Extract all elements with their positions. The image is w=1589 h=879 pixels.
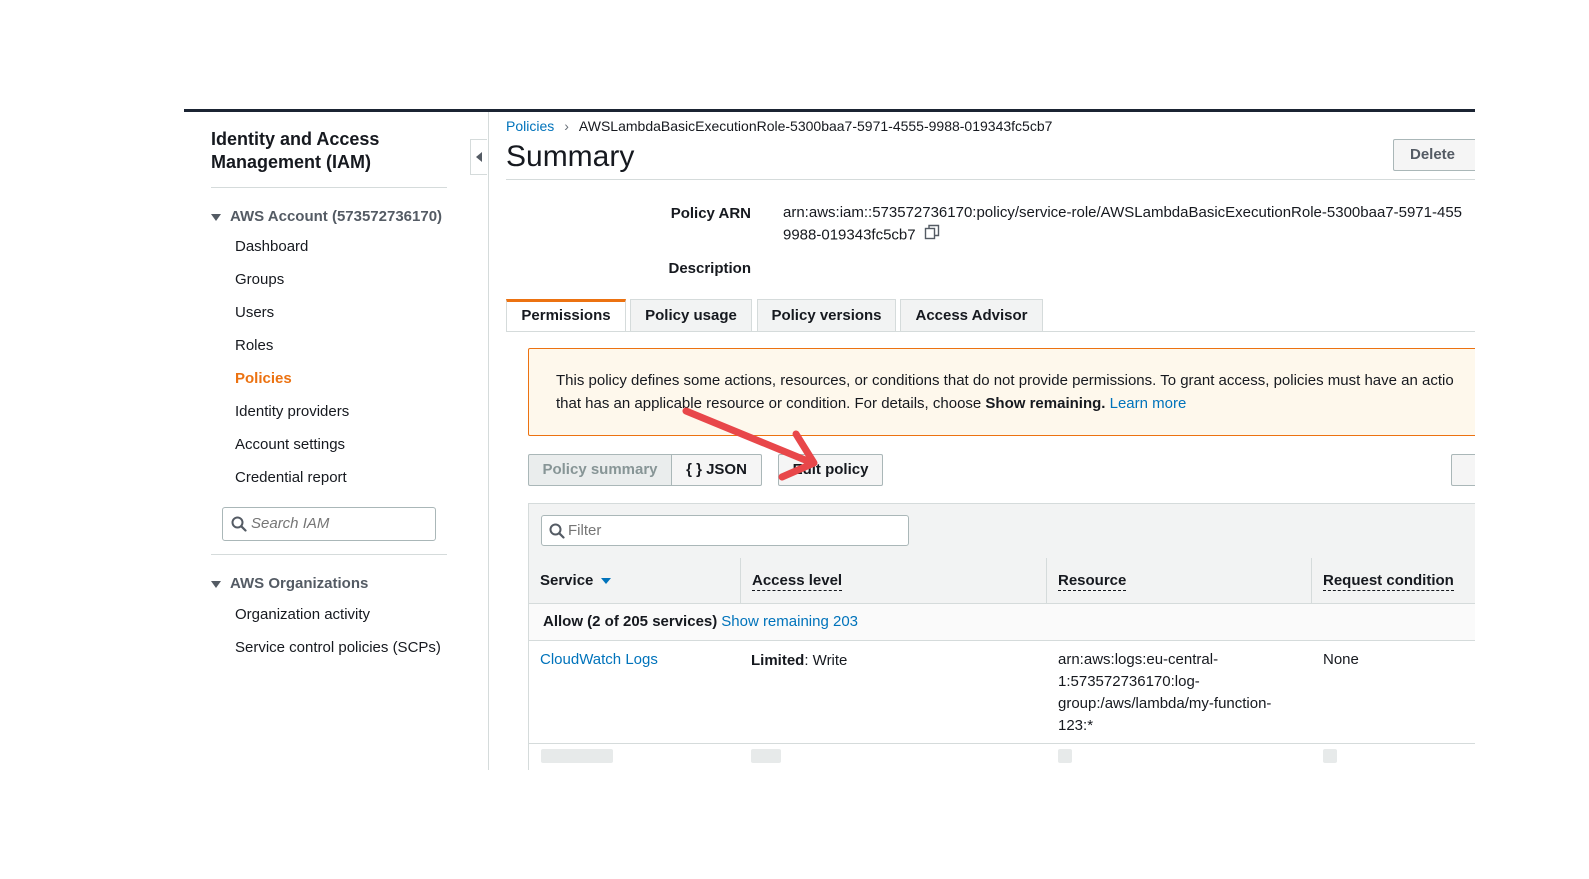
caret-down-icon [211, 213, 221, 221]
description-label: Description [668, 260, 751, 277]
warning-alert: This policy defines some actions, resour… [528, 348, 1475, 436]
filter-box [541, 515, 909, 546]
sidebar-item-organization-activity[interactable]: Organization activity [235, 606, 370, 623]
request-condition-cell: None [1323, 651, 1359, 668]
table-row [541, 749, 613, 763]
delete-button[interactable]: Delete [1393, 139, 1475, 171]
column-header-request-condition-label: Request condition [1323, 572, 1454, 591]
sidebar-item-scps[interactable]: Service control policies (SCPs) [235, 639, 441, 656]
sidebar-divider [211, 187, 447, 188]
table-row [751, 749, 781, 763]
organizations-group-toggle[interactable]: AWS Organizations [211, 575, 368, 592]
column-header-service-label: Service [540, 572, 594, 589]
policy-arn-line1: arn:aws:iam::573572736170:policy/service… [783, 204, 1463, 221]
sidebar-title: Identity and Access Management (IAM) [211, 129, 380, 172]
service-link[interactable]: CloudWatch Logs [540, 649, 658, 671]
show-remaining-link[interactable]: Show remaining 203 [721, 613, 858, 630]
resource-cell: arn:aws:logs:eu-central- 1:573572736170:… [1058, 649, 1271, 737]
toolbar-button[interactable] [1451, 454, 1475, 486]
breadcrumb: Policies › AWSLambdaBasicExecutionRole-530… [506, 118, 1052, 134]
alert-line1: This policy defines some actions, resour… [556, 372, 1454, 389]
policy-arn-value: arn:aws:iam::573572736170:policy/service… [783, 202, 1475, 247]
tab-policy-usage[interactable]: Policy usage [630, 299, 752, 331]
policy-summary-button[interactable]: Policy summary [528, 454, 672, 486]
sidebar-item-users[interactable]: Users [235, 304, 274, 321]
sidebar: Identity and Access Management (IAM) AWS… [184, 112, 489, 770]
policy-arn-line2: 9988-019343fc5cb7 [783, 226, 916, 244]
breadcrumb-policies-link[interactable]: Policies [506, 118, 554, 134]
alert-text: This policy defines some actions, resour… [556, 369, 1475, 415]
tab-permissions[interactable]: Permissions [506, 299, 626, 332]
column-header-access-level[interactable]: Access level [741, 558, 1047, 603]
iam-console: Identity and Access Management (IAM) AWS… [184, 112, 1475, 770]
search-icon [549, 523, 565, 544]
search-iam-input[interactable] [251, 508, 429, 538]
table-header: Service Access level Resource Request co… [529, 558, 1475, 604]
organizations-group-label: AWS Organizations [230, 575, 369, 592]
alert-line2-text: that has an applicable resource or condi… [556, 395, 986, 412]
tab-policy-versions[interactable]: Policy versions [757, 299, 896, 331]
account-group-label: AWS Account (573572736170) [230, 208, 443, 225]
access-level-cell: Limited: Write [751, 650, 847, 672]
column-header-request-condition[interactable]: Request condition [1312, 558, 1475, 603]
filter-input[interactable] [568, 516, 898, 545]
caret-down-icon [211, 580, 221, 588]
filter-bar [529, 504, 1475, 559]
learn-more-link[interactable]: Learn more [1110, 395, 1187, 412]
allow-group-label: Allow (2 of 205 services) [543, 613, 718, 630]
alert-show-remaining: Show remaining. [985, 395, 1106, 412]
account-group-toggle[interactable]: AWS Account (573572736170) [211, 208, 442, 225]
resource-line: 1:573572736170:log- [1058, 673, 1200, 690]
page-title: Summary [506, 140, 635, 173]
sidebar-item-identity-providers[interactable]: Identity providers [235, 403, 349, 420]
sidebar-item-policies[interactable]: Policies [235, 370, 292, 387]
table-row [1323, 749, 1337, 763]
caret-left-icon [476, 152, 482, 162]
row-divider [529, 743, 1475, 744]
sidebar-item-groups[interactable]: Groups [235, 271, 284, 288]
breadcrumb-current: AWSLambdaBasicExecutionRole-5300baa7-597… [578, 118, 1053, 134]
column-header-resource[interactable]: Resource [1047, 558, 1312, 603]
resource-line: arn:aws:logs:eu-central- [1058, 651, 1219, 668]
sidebar-item-credential-report[interactable]: Credential report [235, 469, 347, 486]
tabs-divider [506, 331, 1475, 332]
allow-group-row: Allow (2 of 205 services) Show remaining … [529, 604, 1475, 641]
edit-policy-button[interactable]: Edit policy [778, 454, 883, 486]
column-header-service[interactable]: Service [529, 558, 741, 603]
sidebar-divider [211, 554, 447, 555]
breadcrumb-separator: › [564, 118, 569, 134]
json-button[interactable]: { } JSON [672, 454, 762, 486]
copy-icon[interactable] [924, 224, 940, 247]
permissions-table: Service Access level Resource Request co… [528, 503, 1475, 770]
policy-arn-line2-wrap: 9988-019343fc5cb7 [783, 224, 1475, 247]
sidebar-item-account-settings[interactable]: Account settings [235, 436, 345, 453]
sort-down-icon [601, 578, 612, 585]
search-icon [231, 516, 247, 537]
title-divider [506, 179, 1475, 180]
collapse-sidebar-button[interactable] [470, 139, 487, 175]
access-level-bold: Limited [751, 652, 805, 669]
resource-line: group:/aws/lambda/my-function- [1058, 695, 1272, 712]
policy-arn-label: Policy ARN [670, 205, 751, 222]
sidebar-item-dashboard[interactable]: Dashboard [235, 238, 308, 255]
access-level-rest: : Write [804, 652, 848, 669]
main-content: Policies › AWSLambdaBasicExecutionRole-530… [489, 112, 1475, 770]
column-header-access-level-label: Access level [752, 572, 843, 591]
table-row [1058, 749, 1072, 763]
alert-line2: that has an applicable resource or condi… [556, 392, 1475, 415]
sidebar-item-roles[interactable]: Roles [235, 337, 273, 354]
tab-access-advisor[interactable]: Access Advisor [900, 299, 1043, 331]
resource-line: 123:* [1058, 717, 1094, 734]
column-header-resource-label: Resource [1058, 572, 1127, 591]
search-iam-box [222, 507, 436, 541]
